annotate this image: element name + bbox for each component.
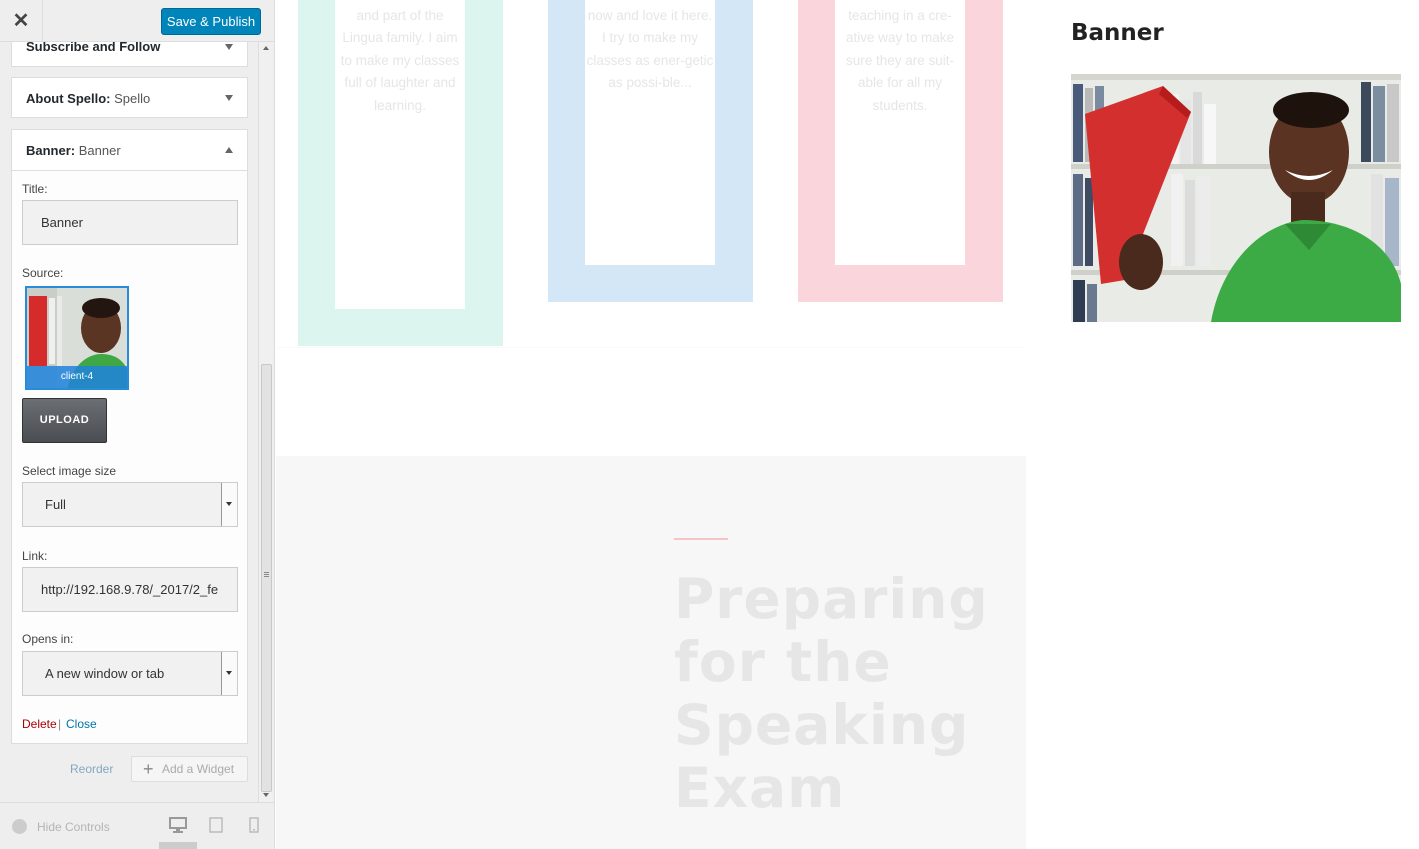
image-size-label: Select image size <box>22 464 117 478</box>
source-image-thumbnail[interactable]: client-4 <box>25 286 129 390</box>
grip-icon <box>264 572 269 573</box>
section-headline: Preparing for the Speaking Exam <box>674 567 989 820</box>
sidebar-scrollbar[interactable] <box>258 42 273 802</box>
widget-subtitle: Spello <box>114 91 151 106</box>
save-publish-button[interactable]: Save & Publish <box>161 8 261 35</box>
chevron-down-icon[interactable] <box>225 43 233 50</box>
hide-controls-button[interactable]: Hide Controls <box>37 820 110 834</box>
scroll-up-icon[interactable] <box>263 46 269 50</box>
reorder-link[interactable]: Reorder <box>70 762 113 776</box>
teacher-card: teaching in a cre-ative way to make sure… <box>798 0 1003 302</box>
mobile-icon[interactable] <box>249 817 259 833</box>
dropdown-arrow-icon[interactable] <box>221 652 237 695</box>
link-separator: | <box>58 717 62 731</box>
opens-in-label: Opens in: <box>22 632 74 646</box>
title-label: Title: <box>22 182 48 196</box>
close-icon[interactable]: ✕ <box>0 0 43 42</box>
banner-widget-title: Banner <box>1071 20 1164 46</box>
teacher-card: now and love it here. I try to make my c… <box>548 0 753 302</box>
plus-icon: + <box>143 759 154 779</box>
banner-image[interactable] <box>1071 74 1401 322</box>
teacher-card-text: now and love it here. I try to make my c… <box>585 0 715 265</box>
widget-subtitle: Banner <box>78 143 121 158</box>
link-input[interactable]: http://192.168.9.78/_2017/2_fe <box>22 567 238 612</box>
desktop-icon[interactable] <box>169 817 187 833</box>
widget-title: Banner: <box>26 143 76 158</box>
customizer-header: ✕ Save & Publish <box>0 0 274 42</box>
banner-widget-form: Title: Banner Source: client-4 UPLOAD Se… <box>11 171 248 744</box>
image-size-select[interactable]: Full <box>22 482 238 527</box>
close-link[interactable]: Close <box>66 717 97 731</box>
scrollbar-thumb[interactable] <box>261 364 272 792</box>
tablet-icon[interactable] <box>209 817 223 833</box>
section-divider <box>276 347 1026 348</box>
customizer-sidebar: ✕ Save & Publish Subscribe and Follow Ab… <box>0 0 275 849</box>
image-size-value: Full <box>45 497 66 512</box>
opens-in-value: A new window or tab <box>45 666 165 681</box>
hide-controls-icon[interactable] <box>12 819 27 834</box>
delete-link[interactable]: Delete <box>22 717 57 731</box>
link-label: Link: <box>22 549 48 563</box>
customizer-footer: Hide Controls <box>0 802 274 849</box>
chevron-down-icon[interactable] <box>225 94 233 101</box>
teacher-card-text: and part of the Lingua family. I aim to … <box>335 0 465 309</box>
widget-title: About Spello: <box>26 91 111 106</box>
teacher-card: and part of the Lingua family. I aim to … <box>298 0 503 346</box>
widget-about-spello[interactable]: About Spello: Spello <box>11 77 248 118</box>
opens-in-select[interactable]: A new window or tab <box>22 651 238 696</box>
thumbnail-caption: client-4 <box>27 366 127 388</box>
source-label: Source: <box>22 266 64 280</box>
teacher-card-text: teaching in a cre-ative way to make sure… <box>835 0 965 265</box>
site-preview: and part of the Lingua family. I aim to … <box>276 0 1419 849</box>
add-widget-button[interactable]: + Add a Widget <box>131 756 248 782</box>
dropdown-arrow-icon[interactable] <box>221 483 237 526</box>
widget-banner[interactable]: Banner: Banner <box>11 129 248 171</box>
upload-button[interactable]: UPLOAD <box>22 398 107 443</box>
scroll-down-icon[interactable] <box>263 793 269 797</box>
device-active-indicator <box>159 842 197 849</box>
accent-rule <box>674 538 728 540</box>
chevron-up-icon[interactable] <box>225 147 233 153</box>
add-widget-label: Add a Widget <box>162 762 235 776</box>
title-input[interactable]: Banner <box>22 200 238 245</box>
banner-photo <box>1071 74 1401 322</box>
